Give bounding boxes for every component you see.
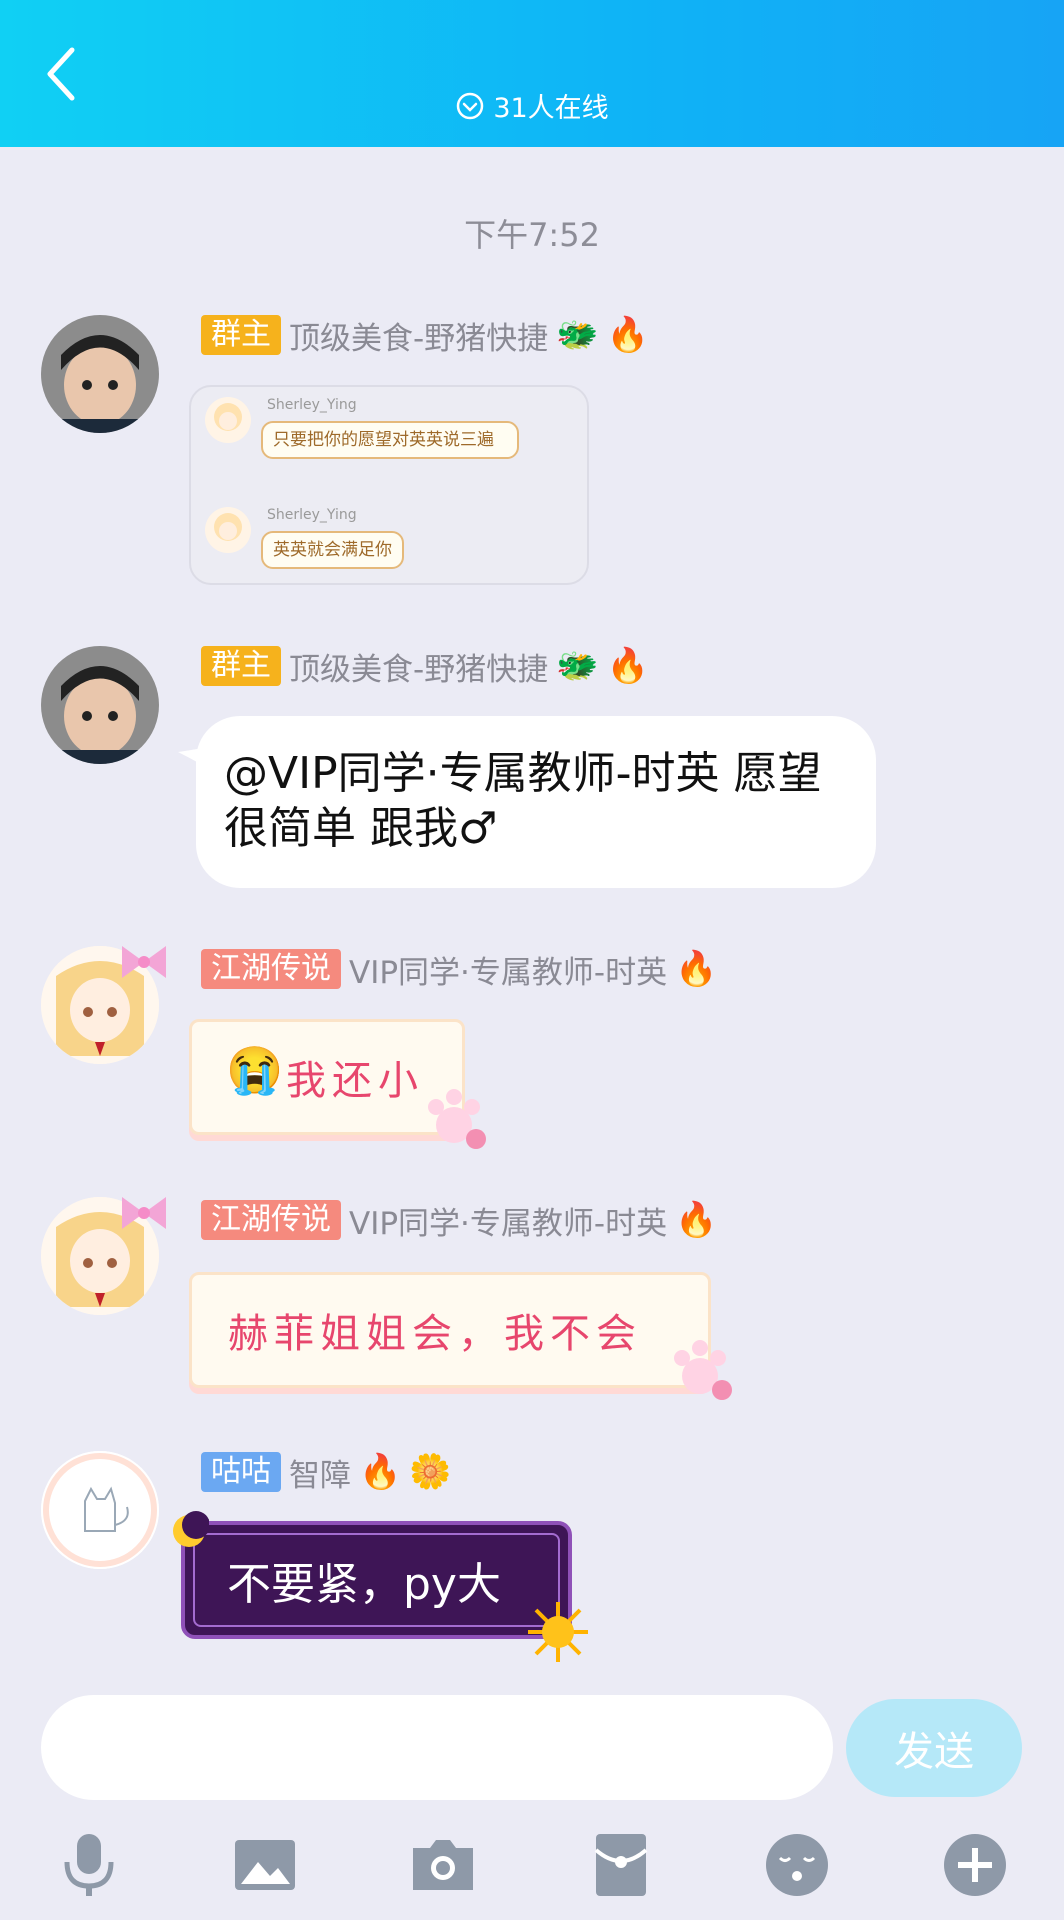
moon-icon <box>173 1511 209 1547</box>
plus-icon[interactable] <box>940 1830 1010 1900</box>
avatar[interactable] <box>41 646 159 764</box>
chevron-down-circle-icon <box>457 92 484 119</box>
message-bubble[interactable]: @VIP同学·专属教师-时英 愿望很简单 跟我♂ <box>196 716 876 888</box>
fire-icon: 🔥 <box>359 1452 402 1492</box>
message-bubble[interactable]: 不要紧，py大 <box>181 1521 572 1639</box>
emoji-icon[interactable] <box>762 1830 832 1900</box>
fire-icon: 🔥 <box>606 315 649 355</box>
image-icon[interactable] <box>230 1830 300 1900</box>
online-count[interactable]: 31人在线 <box>0 86 1064 125</box>
title-badge: 咕咕 <box>201 1452 281 1492</box>
crying-face-icon: 😭 <box>226 1043 290 1097</box>
sender-row: 群主 顶级美食-野猪快捷 🐲 🔥 <box>201 313 649 357</box>
red-packet-icon[interactable] <box>586 1830 656 1900</box>
message-bubble[interactable]: 赫菲姐姐会，我不会 <box>189 1272 711 1388</box>
title-badge: 江湖传说 <box>201 1200 341 1240</box>
dragon-icon: 🐲 <box>556 315 599 355</box>
quoted-messages-card[interactable]: Sherley_Ying 只要把你的愿望对英英说三遍 Sherley_Ying … <box>189 385 589 585</box>
chat-header: 31人在线 <box>0 0 1064 147</box>
time-divider: 下午7:52 <box>464 216 600 254</box>
quote-sender-name: Sherley_Ying <box>267 507 357 523</box>
quote-sender-name: Sherley_Ying <box>267 397 357 413</box>
fire-icon: 🔥 <box>606 646 649 686</box>
send-button[interactable]: 发送 <box>846 1699 1022 1797</box>
message-input[interactable] <box>41 1695 833 1800</box>
quote-bubble: 英英就会满足你 <box>261 531 404 569</box>
sender-name[interactable]: VIP同学·专属教师-时英 <box>349 947 667 992</box>
sender-name[interactable]: 智障 <box>289 1450 351 1495</box>
input-toolbar <box>0 1820 1064 1910</box>
paw-icon <box>674 1340 732 1400</box>
quote-avatar <box>205 507 251 553</box>
title-badge: 群主 <box>201 646 281 686</box>
message-text: 我还小 <box>286 1058 424 1104</box>
paw-icon <box>428 1089 486 1149</box>
sender-name[interactable]: 顶级美食-野猪快捷 <box>289 313 548 358</box>
fire-icon: 🔥 <box>675 949 718 989</box>
title-badge: 江湖传说 <box>201 949 341 989</box>
sender-row: 群主 顶级美食-野猪快捷 🐲 🔥 <box>201 644 649 688</box>
camera-icon[interactable] <box>408 1830 478 1900</box>
online-count-text: 31人在线 <box>493 93 609 124</box>
sender-row: 咕咕 智障 🔥 🌼 <box>201 1450 452 1494</box>
sender-row: 江湖传说 VIP同学·专属教师-时英 🔥 <box>201 947 717 991</box>
fire-icon: 🔥 <box>675 1200 718 1240</box>
sender-name[interactable]: VIP同学·专属教师-时英 <box>349 1198 667 1243</box>
bow-icon <box>122 1197 166 1229</box>
flower-face-icon: 🌼 <box>409 1452 452 1492</box>
message-text: 不要紧，py大 <box>227 1559 501 1610</box>
avatar[interactable] <box>41 1451 159 1569</box>
message-text: 赫菲姐姐会，我不会 <box>228 1311 642 1357</box>
title-badge: 群主 <box>201 315 281 355</box>
dragon-icon: 🐲 <box>556 646 599 686</box>
sender-name[interactable]: 顶级美食-野猪快捷 <box>289 644 548 689</box>
quote-avatar <box>205 397 251 443</box>
microphone-icon[interactable] <box>54 1830 124 1900</box>
bow-icon <box>122 946 166 978</box>
sender-row: 江湖传说 VIP同学·专属教师-时英 🔥 <box>201 1198 717 1242</box>
sun-icon <box>528 1602 588 1662</box>
avatar[interactable] <box>41 315 159 433</box>
quote-bubble: 只要把你的愿望对英英说三遍 <box>261 421 519 459</box>
